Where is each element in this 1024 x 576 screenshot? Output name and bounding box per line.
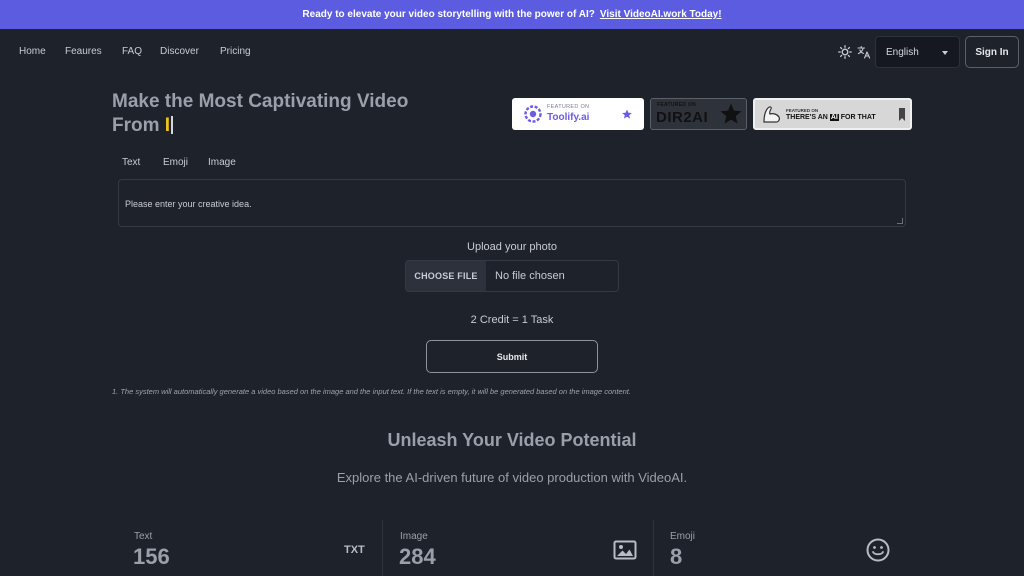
aifor-name-pre: THERE'S AN — [786, 114, 828, 121]
credit-info: 2 Credit = 1 Task — [470, 314, 554, 326]
choose-file-button[interactable]: CHOOSE FILE — [406, 261, 486, 291]
tab-text[interactable]: Text — [122, 157, 140, 168]
hero-title-line2: From I — [112, 114, 472, 138]
hero-title-line1: Make the Most Captivating Video — [112, 91, 409, 112]
sign-in-button[interactable]: Sign In — [965, 36, 1019, 68]
file-status: No file chosen — [495, 270, 565, 282]
aifor-name: THERE'S AN AI FOR THAT — [786, 114, 876, 121]
section-subtitle: Explore the AI-driven future of video pr… — [336, 470, 688, 485]
banner-text: Ready to elevate your video storytelling… — [302, 9, 595, 20]
hero-title: Make the Most Captivating Video From I — [112, 90, 472, 138]
dir2ai-name: DIR2AI — [656, 109, 709, 126]
aifor-name-post: FOR THAT — [840, 114, 876, 121]
txt-icon: TXT — [344, 544, 365, 556]
theres-an-ai-for-that-badge[interactable]: FEATURED ON THERE'S AN AI FOR THAT — [753, 98, 912, 130]
stat-divider — [382, 520, 383, 576]
upload-photo-label: Upload your photo — [467, 241, 557, 253]
stat-text-label: Text — [134, 531, 153, 542]
submit-button[interactable]: Submit — [426, 340, 598, 373]
section-title: Unleash Your Video Potential — [387, 430, 637, 450]
banner-link[interactable]: Visit VideoAI.work Today! — [600, 9, 722, 20]
hero-typed-text: I — [164, 115, 171, 136]
hero-title-from: From — [112, 115, 160, 136]
stat-image-value: 284 — [399, 544, 436, 569]
nav-link-faq[interactable]: FAQ — [122, 46, 142, 57]
stat-emoji-value: 8 — [670, 544, 683, 569]
toolify-featured-label: FEATURED ON — [547, 104, 590, 110]
nav-link-pricing[interactable]: Pricing — [220, 46, 251, 57]
bicep-logo-icon — [763, 106, 780, 123]
nav-link-discover[interactable]: Discover — [160, 46, 199, 57]
aifor-name-ai: AI — [829, 114, 839, 121]
idea-placeholder: Please enter your creative idea. — [125, 199, 252, 209]
image-icon — [613, 538, 637, 562]
generation-note: 1. The system will automatically generat… — [112, 387, 631, 396]
stat-image-label: Image — [400, 531, 428, 542]
idea-textarea[interactable]: Please enter your creative idea. — [118, 179, 906, 227]
resize-handle-icon[interactable] — [897, 218, 903, 224]
top-nav: Home Feaures FAQ Discover Pricing Englis… — [0, 29, 1024, 75]
star-icon — [720, 103, 742, 124]
language-select[interactable]: English — [875, 36, 960, 68]
stat-divider — [653, 520, 654, 576]
stat-text-value: 156 — [133, 544, 170, 569]
toolify-badge[interactable]: FEATURED ON Toolify.ai — [512, 98, 644, 130]
stat-emoji-label: Emoji — [670, 531, 696, 542]
nav-link-features[interactable]: Feaures — [65, 46, 102, 57]
tab-emoji[interactable]: Emoji — [163, 157, 188, 168]
typing-cursor — [171, 116, 174, 134]
aifor-featured-label: FEATURED ON — [786, 108, 819, 113]
smiley-icon — [866, 538, 890, 562]
promo-banner: Ready to elevate your video storytelling… — [0, 0, 1024, 29]
tab-image[interactable]: Image — [208, 157, 236, 168]
language-select-value: English — [886, 46, 919, 58]
nav-link-home[interactable]: Home — [19, 46, 46, 57]
dir2ai-badge[interactable]: FEATURED ON DIR2AI — [650, 98, 747, 130]
dir2ai-featured-label: FEATURED ON — [657, 102, 697, 108]
toolify-name: Toolify.ai — [547, 112, 590, 123]
theme-toggle-sun-icon[interactable] — [838, 45, 852, 59]
translate-icon[interactable] — [857, 45, 871, 59]
chevron-down-icon — [942, 51, 948, 55]
bookmark-icon — [899, 108, 905, 121]
photo-file-input[interactable]: CHOOSE FILE No file chosen — [405, 260, 619, 292]
